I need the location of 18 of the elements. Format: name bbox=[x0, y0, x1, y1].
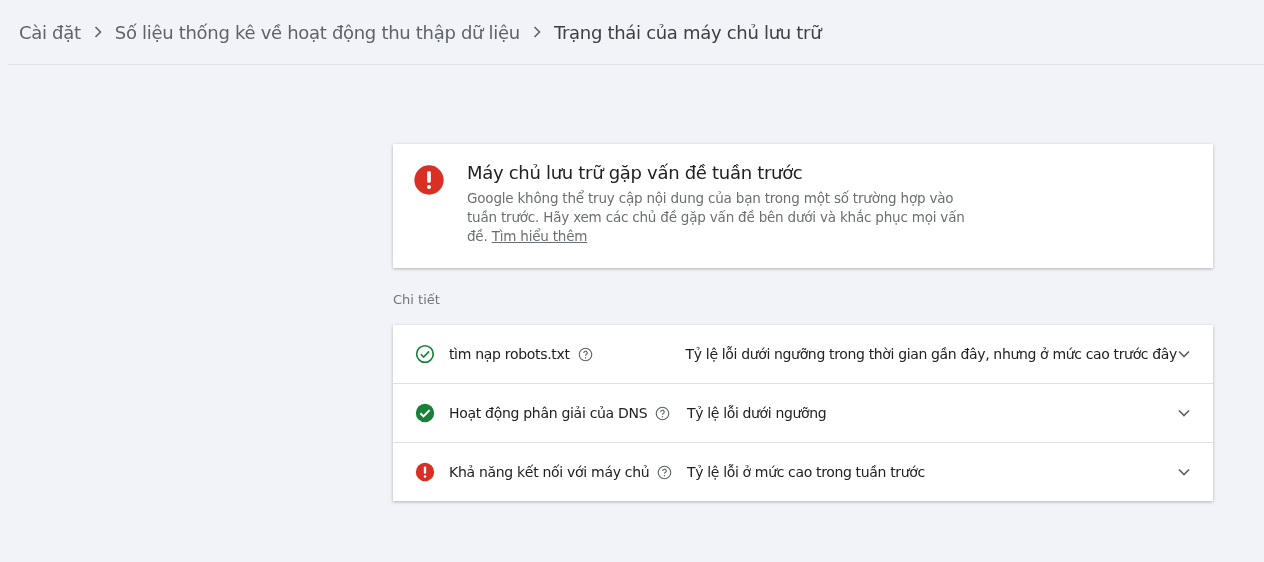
help-icon[interactable] bbox=[655, 405, 671, 421]
check-name: tìm nạp robots.txt bbox=[448, 346, 570, 362]
page-title: Trạng thái của máy chủ lưu trữ bbox=[553, 21, 822, 43]
chevron-right-icon bbox=[92, 25, 103, 39]
check-name: Hoạt động phân giải của DNS bbox=[449, 405, 648, 421]
alert-message: Google không thể truy cập nội dung của bạn trong một số trường hợp vào tuần trước. Hãy xem các chủ đề gặp vấn đề bên dưới và khắc phục mọi vấn đề. Tìm hiểu thêm bbox=[467, 189, 966, 246]
check-status: Tỷ lệ lỗi ở mức cao trong tuần trước bbox=[687, 464, 926, 480]
learn-more-link[interactable]: Tìm hiểu thêm bbox=[491, 228, 588, 244]
help-icon[interactable] bbox=[577, 346, 593, 362]
chevron-right-icon bbox=[531, 25, 542, 39]
check-status: Tỷ lệ lỗi dưới ngưỡng trong thời gian gần đây, nhưng ở mức cao trước đây bbox=[685, 346, 1177, 362]
alert-title: Máy chủ lưu trữ gặp vấn đề tuần trước bbox=[467, 162, 804, 183]
check-name: Khả năng kết nối với máy chủ bbox=[449, 464, 650, 480]
help-icon[interactable] bbox=[657, 464, 673, 480]
breadcrumb-link[interactable]: Số liệu thống kê về hoạt động thu thập dữ liệu bbox=[114, 21, 520, 43]
section-heading: Chi tiết bbox=[393, 292, 441, 307]
breadcrumb-link[interactable]: Cài đặt bbox=[19, 21, 81, 43]
check-status: Tỷ lệ lỗi dưới ngưỡng bbox=[687, 405, 828, 421]
